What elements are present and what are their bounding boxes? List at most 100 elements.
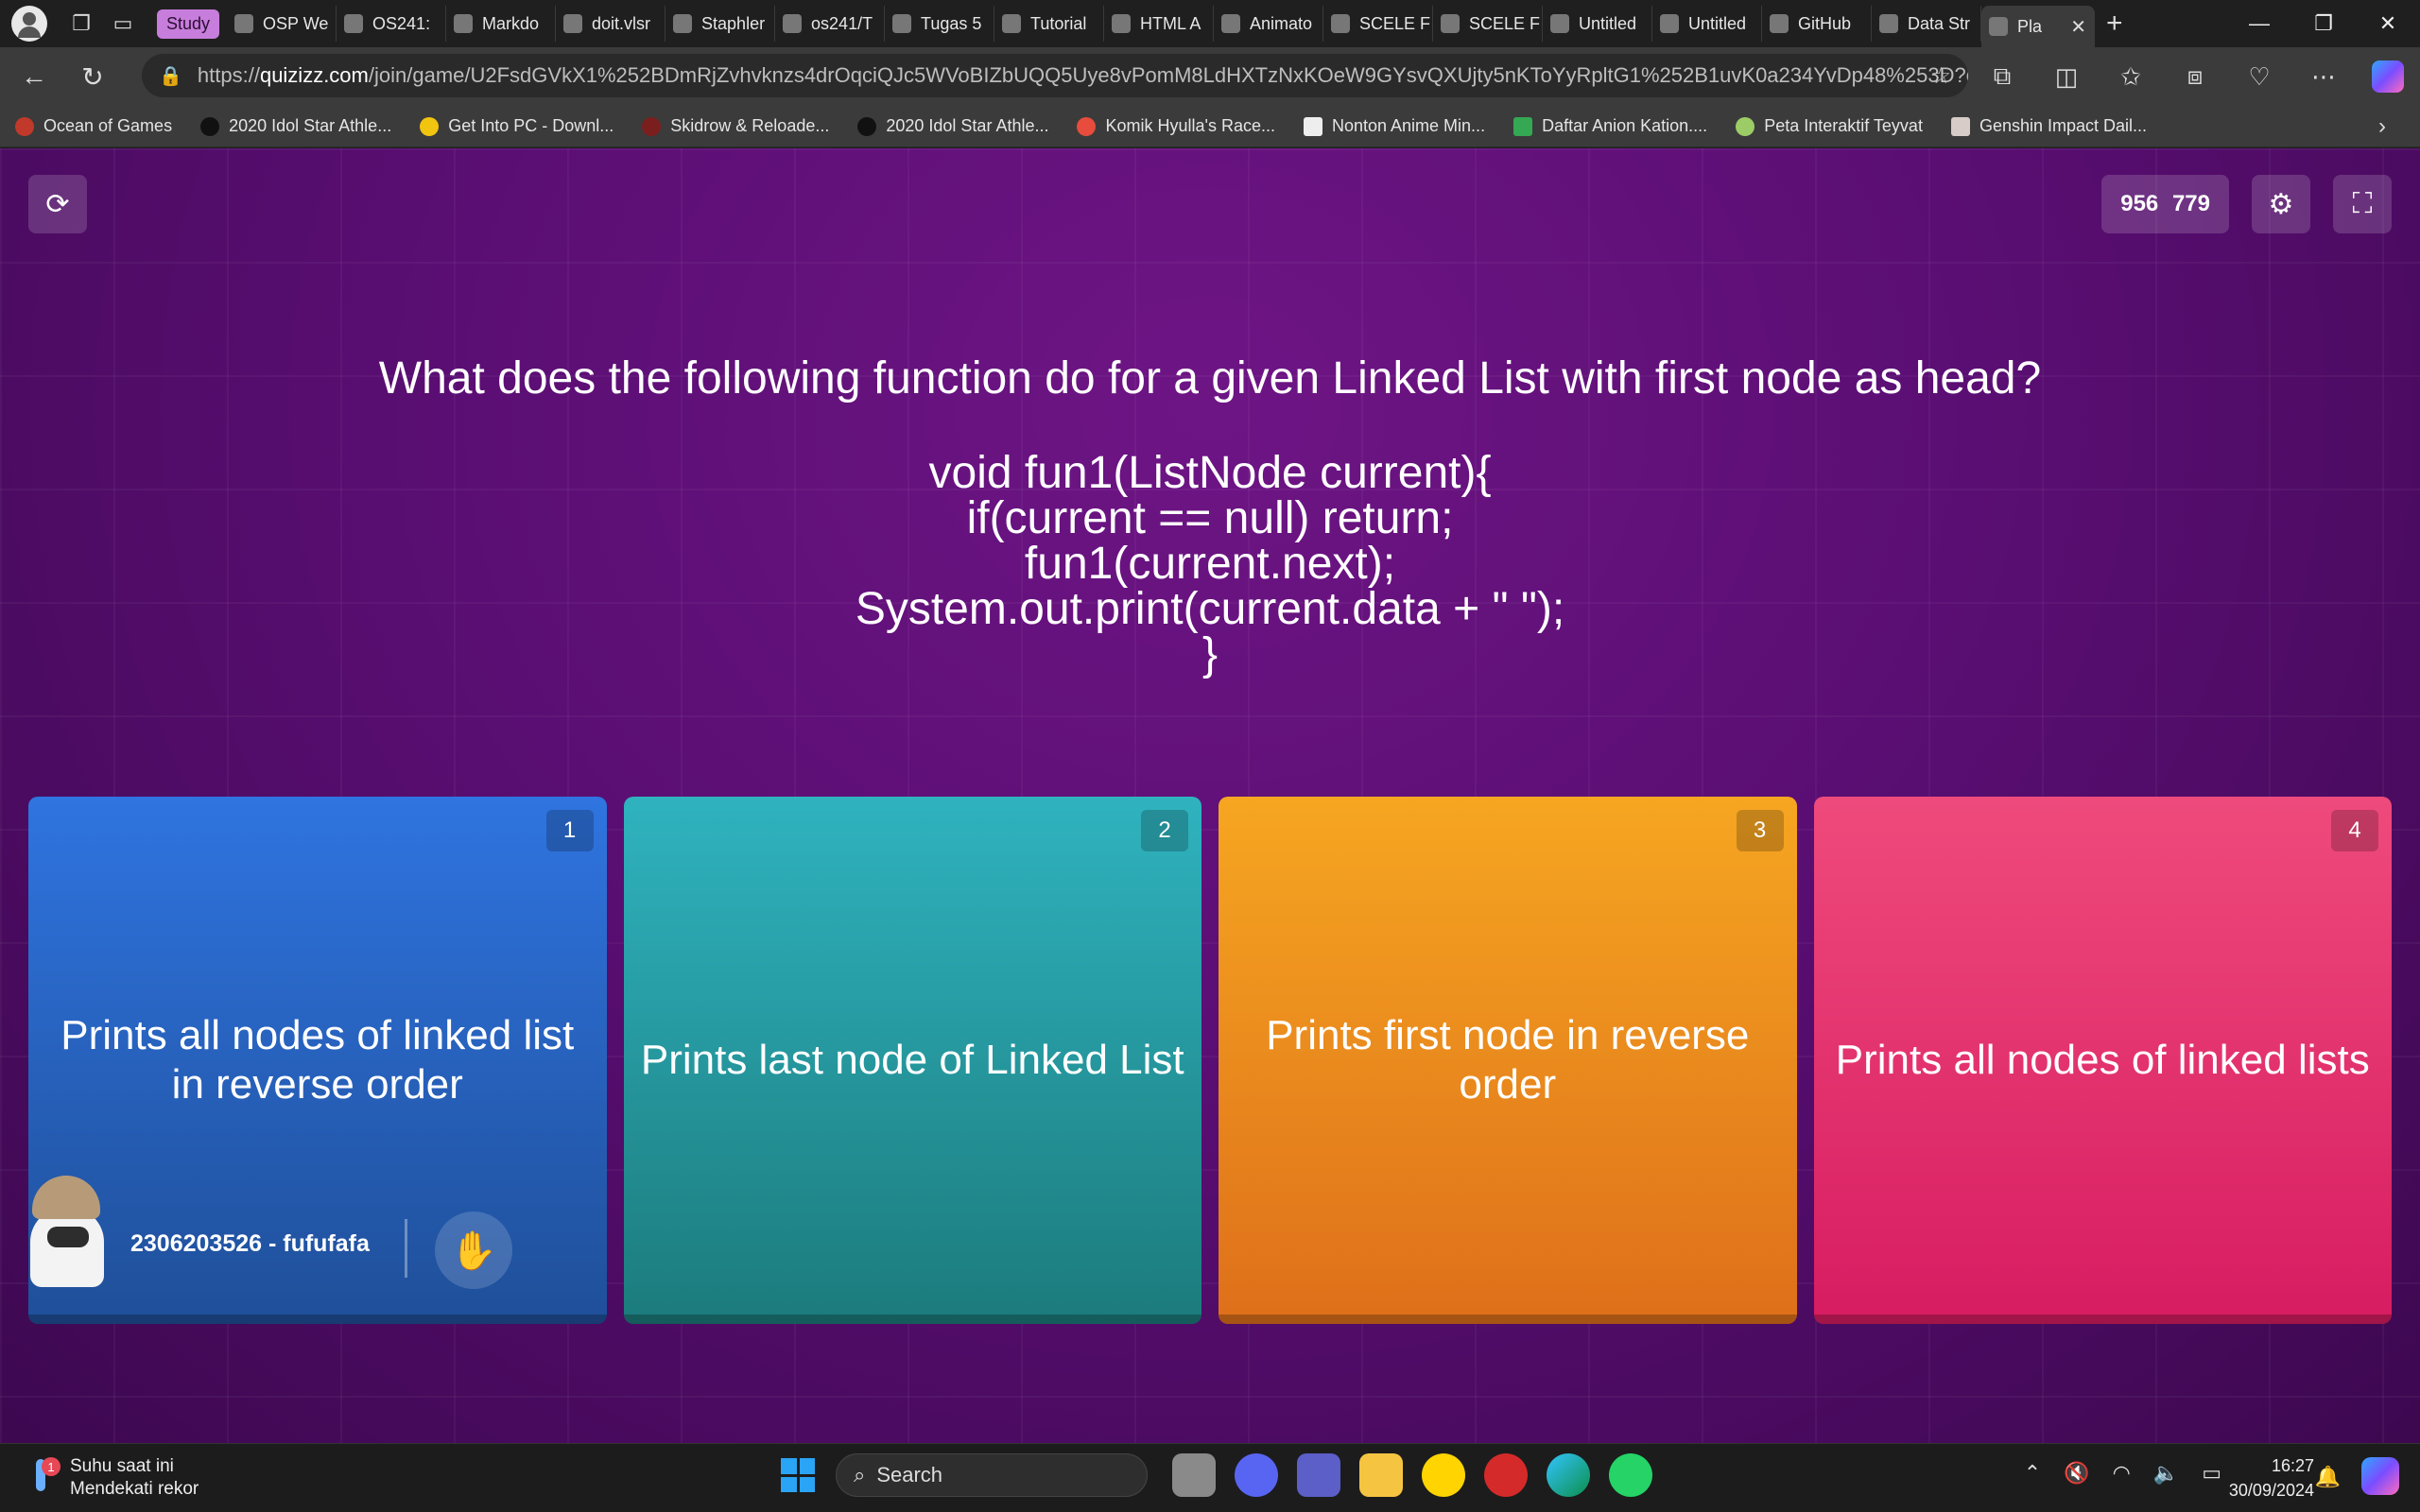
- tab-favicon-icon: [1002, 14, 1022, 33]
- bookmark[interactable]: Skidrow & Reloade...: [642, 116, 829, 136]
- tab-group-study[interactable]: Study: [157, 9, 220, 39]
- tab[interactable]: os241/T: [775, 6, 886, 42]
- profile-icon[interactable]: [11, 6, 47, 42]
- sheets-icon: [1660, 14, 1680, 33]
- tab-favicon-icon: [563, 14, 583, 33]
- mute-icon[interactable]: 🔇: [2064, 1461, 2089, 1486]
- lock-icon[interactable]: 🔒: [159, 64, 182, 88]
- refresh-icon[interactable]: ⟳: [28, 175, 87, 233]
- tab[interactable]: Staphler: [666, 6, 776, 42]
- option-number-badge: 1: [545, 810, 594, 851]
- hand-icon[interactable]: ✋: [435, 1211, 512, 1289]
- bookmark[interactable]: Nonton Anime Min...: [1303, 116, 1485, 136]
- split-screen-icon[interactable]: ◫: [2034, 47, 2099, 106]
- tab[interactable]: doit.vlsr: [556, 6, 666, 42]
- system-tray: ⌃ 🔇 ◠ 🔈 ▭: [2001, 1461, 2221, 1486]
- tab[interactable]: Tutorial: [994, 6, 1105, 42]
- bookmark[interactable]: Daftar Anion Kation....: [1513, 116, 1707, 136]
- tab[interactable]: GitHub: [1762, 6, 1873, 42]
- close-window-icon[interactable]: ✕: [2356, 0, 2420, 47]
- windows-start-icon[interactable]: [781, 1458, 815, 1492]
- bookmark-icon: [1077, 116, 1097, 136]
- bookmark[interactable]: Ocean of Games: [15, 116, 172, 136]
- performance-icon[interactable]: ♡: [2227, 47, 2291, 106]
- minimize-icon[interactable]: —: [2227, 0, 2291, 47]
- bookmark-icon: [15, 116, 34, 136]
- answer-option-4[interactable]: 4 Prints all nodes of linked lists: [1813, 797, 2392, 1324]
- tab-active[interactable]: Pla ✕: [1981, 6, 2096, 47]
- weather-widget[interactable]: 1 Suhu saat ini Mendekati rekor: [28, 1455, 199, 1501]
- teams-icon[interactable]: [1297, 1453, 1340, 1497]
- wifi-icon[interactable]: ◠: [2113, 1461, 2131, 1486]
- player-name: 2306203526 - fufufafa: [130, 1230, 370, 1257]
- taskbar-search[interactable]: ⌕ Search: [836, 1453, 1148, 1497]
- tab-favicon-icon: [892, 14, 912, 33]
- more-menu-icon[interactable]: ⋯: [2291, 47, 2356, 106]
- bookmark-icon: [200, 116, 220, 136]
- search-icon: ⌕: [854, 1463, 866, 1486]
- tab-favicon-icon: [1441, 14, 1461, 33]
- bookmark[interactable]: Peta Interaktif Teyvat: [1736, 116, 1923, 136]
- document-icon: [1879, 14, 1899, 33]
- tab[interactable]: Markdo: [446, 6, 557, 42]
- url-field[interactable]: 🔒 https://quizizz.com/join/game/U2FsdGVk…: [142, 54, 1968, 97]
- bookmark-icon: [1950, 116, 1970, 136]
- clock[interactable]: 16:27 30/09/2024: [2229, 1453, 2314, 1503]
- copilot-icon[interactable]: [2361, 1457, 2399, 1495]
- bell-icon[interactable]: 🔔: [2315, 1465, 2341, 1489]
- extensions-icon[interactable]: ⧉: [1970, 47, 2034, 106]
- back-icon[interactable]: ←: [9, 52, 59, 101]
- copilot-icon[interactable]: [2356, 47, 2420, 106]
- tab[interactable]: HTML A: [1104, 6, 1215, 42]
- chevron-right-icon[interactable]: ›: [2378, 113, 2386, 140]
- tab[interactable]: Untitled: [1543, 6, 1653, 42]
- tab[interactable]: OS241:: [337, 6, 447, 42]
- weather-title: Suhu saat ini: [70, 1456, 174, 1476]
- bookmark[interactable]: 2020 Idol Star Athle...: [857, 116, 1048, 136]
- restore-icon[interactable]: ❐: [2291, 0, 2356, 47]
- close-tab-icon[interactable]: ✕: [2070, 15, 2086, 39]
- chevron-up-icon[interactable]: ⌃: [2024, 1461, 2041, 1486]
- tab[interactable]: SCELE F: [1433, 6, 1544, 42]
- tab[interactable]: Data Str: [1872, 6, 1982, 42]
- tab[interactable]: Untitled: [1652, 6, 1763, 42]
- tab[interactable]: SCELE F: [1323, 6, 1434, 42]
- collections-icon[interactable]: ⧈: [2163, 47, 2227, 106]
- norton-icon[interactable]: [1422, 1453, 1465, 1497]
- favorites-icon[interactable]: ✩: [2099, 47, 2163, 106]
- tab[interactable]: Tugas 5: [885, 6, 995, 42]
- workspaces-icon[interactable]: ❐: [60, 3, 102, 44]
- volume-icon[interactable]: 🔈: [2153, 1461, 2179, 1486]
- bookmark[interactable]: 2020 Idol Star Athle...: [200, 116, 391, 136]
- tab[interactable]: Animato: [1214, 6, 1324, 42]
- window-controls: — ❐ ✕: [2227, 0, 2420, 47]
- task-view-icon[interactable]: [1172, 1453, 1216, 1497]
- score-display: 956 779: [2101, 175, 2229, 233]
- file-explorer-icon[interactable]: [1359, 1453, 1403, 1497]
- favorite-star-icon[interactable]: ☆: [1930, 62, 1951, 90]
- clock-time: 16:27: [2271, 1456, 2314, 1475]
- bookmark[interactable]: Get Into PC - Downl...: [420, 116, 614, 136]
- vertical-tabs-icon[interactable]: ▭: [102, 3, 144, 44]
- code-block: void fun1(ListNode current){ if(current …: [95, 451, 2325, 678]
- edge-icon[interactable]: [1547, 1453, 1590, 1497]
- code-line: void fun1(ListNode current){: [928, 448, 1492, 498]
- score-right: 779: [2171, 191, 2210, 216]
- app-icon[interactable]: [1484, 1453, 1528, 1497]
- reload-icon[interactable]: ↻: [68, 52, 117, 101]
- tab-favicon-icon: [344, 14, 364, 33]
- new-tab-icon[interactable]: +: [2106, 8, 2123, 40]
- bookmark[interactable]: Komik Hyulla's Race...: [1077, 116, 1275, 136]
- bookmark[interactable]: Genshin Impact Dail...: [1950, 116, 2147, 136]
- tab[interactable]: OSP We: [227, 6, 337, 42]
- tab-favicon-icon: [1331, 14, 1351, 33]
- battery-icon[interactable]: ▭: [2202, 1461, 2221, 1486]
- whatsapp-icon[interactable]: [1609, 1453, 1652, 1497]
- gear-icon[interactable]: ⚙: [2252, 175, 2310, 233]
- code-line: fun1(current.next);: [1024, 539, 1396, 589]
- fullscreen-icon[interactable]: ⛶: [2333, 175, 2392, 233]
- answer-option-2[interactable]: 2 Prints last node of Linked List: [623, 797, 1201, 1324]
- answer-option-3[interactable]: 3 Prints first node in reverse order: [1219, 797, 1797, 1324]
- discord-icon[interactable]: [1235, 1453, 1278, 1497]
- player-avatar: [23, 1170, 108, 1289]
